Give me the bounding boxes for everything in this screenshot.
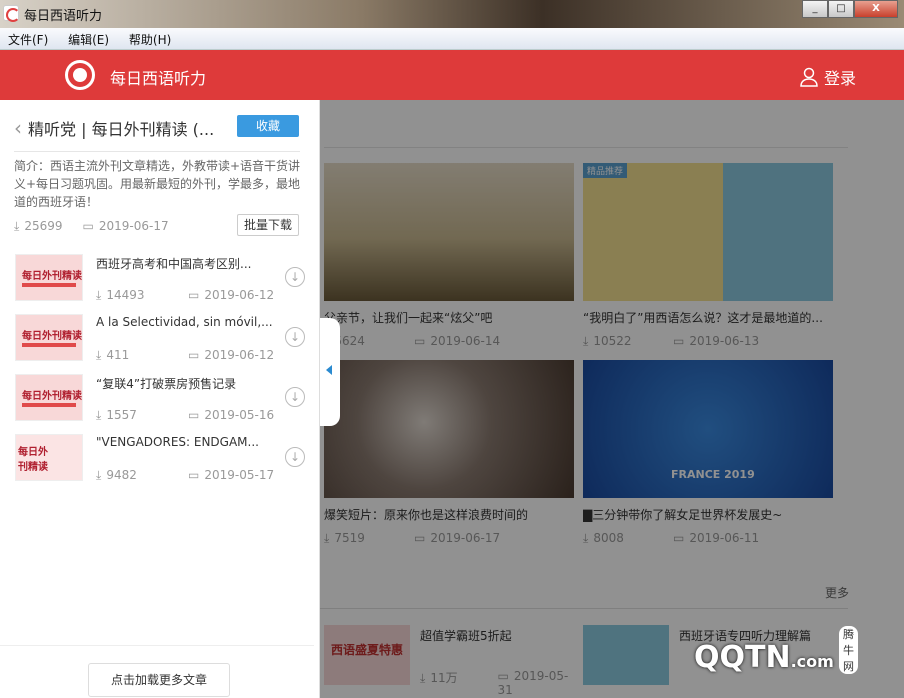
item-date: ▭ 2019-05-17 bbox=[188, 468, 275, 482]
brand-name: 每日西语听力 bbox=[110, 69, 207, 88]
item-date: ▭ 2019-06-12 bbox=[188, 348, 275, 362]
app-icon bbox=[3, 5, 20, 22]
download-icon: ⤓ bbox=[14, 219, 20, 233]
item-date: ▭ 2019-06-12 bbox=[188, 288, 275, 302]
item-thumbnail: 每日外刊精读 bbox=[15, 314, 83, 361]
download-button[interactable]: ↓ bbox=[285, 447, 305, 467]
close-button[interactable]: X bbox=[854, 0, 898, 18]
download-icon: ⤓ bbox=[96, 468, 102, 482]
download-count: ⤓ 1557 bbox=[96, 408, 137, 422]
item-title: "VENGADORES: ENDGAM... bbox=[96, 435, 259, 449]
calendar-icon: ▭ bbox=[82, 219, 94, 233]
item-thumbnail: 每日外刊精读 bbox=[15, 374, 83, 421]
back-icon[interactable]: ‹ bbox=[14, 116, 22, 140]
app-header: 每日西语听力 登录 bbox=[0, 50, 904, 100]
minimize-button[interactable]: _ bbox=[802, 0, 828, 18]
menu-file[interactable]: 文件(F) bbox=[0, 28, 56, 48]
login-label: 登录 bbox=[823, 69, 856, 88]
watermark-logo: QQTN.com 腾牛网 bbox=[694, 626, 858, 675]
collapse-panel-toggle[interactable] bbox=[320, 318, 340, 426]
download-icon: ⤓ bbox=[96, 288, 102, 302]
calendar-icon: ▭ bbox=[188, 348, 200, 362]
menu-bar: 文件(F) 编辑(E) 帮助(H) bbox=[0, 28, 904, 50]
item-title: 西班牙高考和中国高考区别... bbox=[96, 257, 252, 271]
item-thumbnail: 每日外刊精读 bbox=[15, 254, 83, 301]
download-count: ⤓ 14493 bbox=[96, 288, 145, 302]
download-button[interactable]: ↓ bbox=[285, 387, 305, 407]
list-item[interactable]: 每日外刊精读 西班牙高考和中国高考区别... ⤓ 14493 ▭ 2019-06-12… bbox=[15, 254, 305, 302]
menu-edit[interactable]: 编辑(E) bbox=[60, 28, 117, 48]
divider bbox=[0, 645, 314, 646]
batch-download-button[interactable]: 批量下载 bbox=[237, 214, 299, 236]
album-panel: ‹ 精听党 | 每日外刊精读 (... 收藏 简介：西语主流外刊文章精选，外教带读… bbox=[0, 100, 320, 698]
title-bar: 每日西语听力 _ □ X bbox=[0, 0, 904, 28]
album-title: 精听党 | 每日外刊精读 (... bbox=[28, 120, 215, 139]
download-icon: ⤓ bbox=[96, 408, 102, 422]
download-icon: ⤓ bbox=[96, 348, 102, 362]
download-count: ⤓ 9482 bbox=[96, 468, 137, 482]
item-title: A la Selectividad, sin móvil,... bbox=[96, 315, 273, 329]
list-item[interactable]: 每日外刊精读 “复联4”打破票房预售记录 ⤓ 1557 ▭ 2019-05-16 ↓ bbox=[15, 374, 305, 422]
calendar-icon: ▭ bbox=[188, 288, 200, 302]
item-date: ▭ 2019-05-16 bbox=[188, 408, 275, 422]
maximize-button[interactable]: □ bbox=[828, 0, 854, 18]
favorite-button[interactable]: 收藏 bbox=[237, 115, 299, 137]
calendar-icon: ▭ bbox=[188, 468, 200, 482]
user-icon bbox=[800, 67, 818, 87]
window-title: 每日西语听力 bbox=[24, 9, 103, 24]
modal-overlay[interactable] bbox=[320, 100, 904, 698]
menu-help[interactable]: 帮助(H) bbox=[121, 28, 179, 48]
album-date: ▭ 2019-06-17 bbox=[82, 219, 169, 233]
calendar-icon: ▭ bbox=[188, 408, 200, 422]
divider bbox=[14, 151, 300, 152]
download-count: ⤓ 411 bbox=[96, 348, 130, 362]
album-description: 简介：西语主流外刊文章精选，外教带读+语音干货讲义+每日习题巩固。用最新最短的外… bbox=[14, 159, 301, 209]
item-title: “复联4”打破票房预售记录 bbox=[96, 377, 237, 391]
logo-icon bbox=[65, 60, 95, 90]
list-item[interactable]: 每日外刊精读 "VENGADORES: ENDGAM... ⤓ 9482 ▭ 2019… bbox=[15, 434, 305, 482]
download-button[interactable]: ↓ bbox=[285, 327, 305, 347]
download-button[interactable]: ↓ bbox=[285, 267, 305, 287]
download-count: ⤓ 25699 bbox=[14, 219, 63, 233]
load-more-button[interactable]: 点击加载更多文章 bbox=[88, 663, 230, 697]
list-item[interactable]: 每日外刊精读 A la Selectividad, sin móvil,... … bbox=[15, 314, 305, 362]
login-button[interactable]: 登录 bbox=[800, 65, 856, 89]
item-thumbnail: 每日外刊精读 bbox=[15, 434, 83, 481]
